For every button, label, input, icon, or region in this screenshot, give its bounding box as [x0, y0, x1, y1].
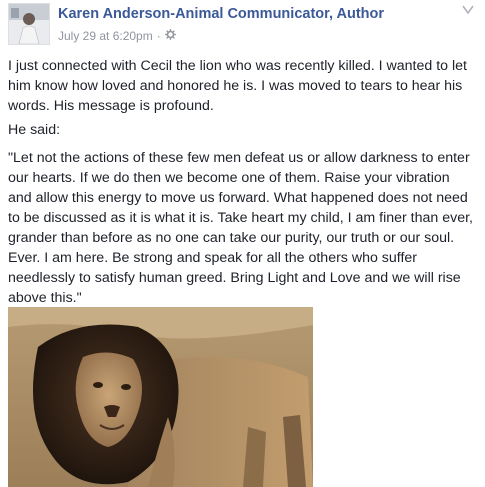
post-author-name[interactable]: Karen Anderson-Animal Communicator, Auth…	[58, 6, 384, 22]
post-meta: July 29 at 6:20pm ·	[58, 29, 176, 43]
chevron-down-icon[interactable]	[461, 3, 475, 15]
post-timestamp[interactable]: July 29 at 6:20pm	[58, 29, 153, 43]
post-paragraph-2: He said:	[8, 122, 61, 138]
author-avatar[interactable]	[8, 3, 50, 45]
gear-icon[interactable]	[164, 29, 176, 43]
post-paragraph-3: "Let not the actions of these few men de…	[8, 150, 473, 306]
post-paragraph-1: I just connected with Cecil the lion who…	[8, 58, 467, 114]
facebook-post: Karen Anderson-Animal Communicator, Auth…	[0, 0, 485, 487]
lion-photo[interactable]	[8, 307, 313, 487]
meta-separator: ·	[156, 29, 161, 43]
